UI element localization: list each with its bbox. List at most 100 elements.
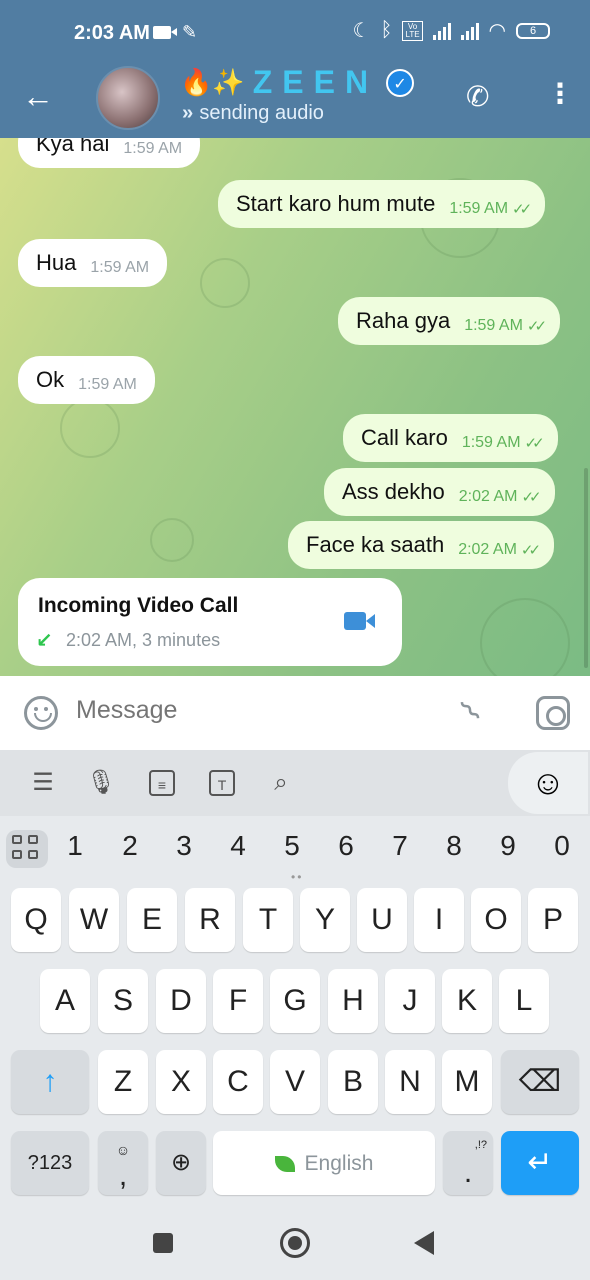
home-button[interactable] — [280, 1228, 310, 1258]
chat-title-row[interactable]: 🔥✨ ZEEN ✓ — [180, 64, 415, 101]
key-4[interactable]: 4 — [211, 824, 265, 868]
globe-icon[interactable]: ⊕ — [156, 1131, 206, 1195]
message-bubble[interactable]: Kya hai 1:59 AM — [18, 138, 201, 168]
message-text: Hua — [36, 250, 77, 275]
key-5[interactable]: 5 — [265, 824, 319, 868]
shift-key[interactable]: ↑ — [11, 1050, 89, 1114]
key-e[interactable]: E — [127, 888, 177, 952]
key-7[interactable]: 7 — [373, 824, 427, 868]
symbols-key[interactable]: ?123 — [11, 1131, 89, 1195]
scrollbar[interactable] — [584, 468, 588, 668]
keyboard-toolbar: ☰ 🎙 ≡ T ⌕ — [0, 750, 590, 816]
key-0[interactable]: 0 — [535, 824, 589, 868]
menu-icon[interactable]: ☰ — [28, 768, 58, 798]
key-w[interactable]: W — [69, 888, 119, 952]
more-menu-button[interactable]: ⋮ — [546, 80, 574, 108]
message-time: 1:59 AM — [461, 434, 521, 451]
search-icon[interactable]: ⌕ — [266, 768, 296, 798]
back-button[interactable]: ← — [22, 78, 58, 114]
volte-icon: Vo LTE — [402, 20, 423, 41]
key-z[interactable]: Z — [98, 1050, 148, 1114]
incoming-arrow-icon: ↙ — [36, 630, 53, 652]
message-bubble[interactable]: Ass dekho 2:02 AM ✓✓ — [324, 468, 555, 516]
incoming-video-call-card[interactable]: Incoming Video Call ↙ 2:02 AM, 3 minutes — [18, 578, 402, 666]
read-ticks-icon: ✓✓ — [526, 318, 547, 335]
message-bubble[interactable]: Call karo 1:59 AM ✓✓ — [343, 414, 558, 462]
message-input[interactable] — [76, 696, 436, 725]
wifi-icon: ◠ — [488, 20, 506, 42]
key-f[interactable]: F — [213, 969, 263, 1033]
key-3[interactable]: 3 — [157, 824, 211, 868]
key-6[interactable]: 6 — [319, 824, 373, 868]
text-edit-icon[interactable]: T — [209, 770, 235, 796]
key-l[interactable]: L — [499, 969, 549, 1033]
attach-button[interactable]: ⌇ — [454, 694, 489, 729]
key-c[interactable]: C — [213, 1050, 263, 1114]
key-1[interactable]: 1 — [48, 824, 102, 868]
key-2[interactable]: 2 — [103, 824, 157, 868]
camera-button[interactable] — [536, 696, 570, 730]
enter-key[interactable]: ↵ — [501, 1131, 579, 1195]
message-text: Kya hai — [36, 138, 110, 156]
key-x[interactable]: X — [156, 1050, 206, 1114]
leaf-icon — [274, 1156, 295, 1173]
emoji-comma-key[interactable]: ☺ , — [98, 1131, 148, 1195]
key-u[interactable]: U — [357, 888, 407, 952]
key-v[interactable]: V — [270, 1050, 320, 1114]
key-s[interactable]: S — [98, 969, 148, 1033]
message-bubble[interactable]: Ok 1:59 AM — [18, 356, 155, 404]
backspace-key[interactable]: ⌫ — [501, 1050, 579, 1114]
sending-chevron-icon: ›› — [182, 102, 193, 124]
key-k[interactable]: K — [442, 969, 492, 1033]
keyboard-mascot-icon[interactable]: ☺ — [508, 752, 588, 814]
message-text: Call karo — [361, 425, 448, 450]
key-h[interactable]: H — [328, 969, 378, 1033]
video-call-icon[interactable] — [344, 612, 375, 630]
key-g[interactable]: G — [270, 969, 320, 1033]
voice-input-icon[interactable]: 🎙 — [86, 768, 116, 798]
message-time: 1:59 AM — [123, 140, 183, 157]
key-m[interactable]: M — [442, 1050, 492, 1114]
status-bar: 2:03 AM ✎ ☾ ᛒ Vo LTE ◠ 6 — [0, 0, 590, 66]
chat-title: ZEEN — [252, 64, 379, 100]
key-9[interactable]: 9 — [481, 824, 535, 868]
title-emoji: 🔥✨ — [180, 67, 245, 97]
avatar[interactable] — [96, 66, 160, 130]
phone-call-button[interactable]: ✆ — [466, 80, 489, 113]
key-q[interactable]: Q — [11, 888, 61, 952]
space-key[interactable]: English — [213, 1131, 435, 1195]
punct-hint: ,!? — [474, 1139, 487, 1151]
chat-area[interactable]: Kya hai 1:59 AM Start karo hum mute 1:59… — [0, 138, 590, 676]
battery-icon: 6 — [516, 22, 550, 39]
period-key[interactable]: ,!? . — [443, 1131, 493, 1195]
key-j[interactable]: J — [385, 969, 435, 1033]
message-bubble[interactable]: Face ka saath 2:02 AM ✓✓ — [288, 521, 555, 569]
message-bubble[interactable]: Start karo hum mute 1:59 AM ✓✓ — [218, 180, 546, 228]
call-detail: 2:02 AM, 3 minutes — [66, 630, 221, 650]
key-p[interactable]: P — [528, 888, 578, 952]
key-t[interactable]: T — [243, 888, 293, 952]
key-d[interactable]: D — [156, 969, 206, 1033]
key-b[interactable]: B — [328, 1050, 378, 1114]
key-8[interactable]: 8 — [427, 824, 481, 868]
key-i[interactable]: I — [414, 888, 464, 952]
recents-button[interactable] — [153, 1233, 173, 1253]
key-o[interactable]: O — [471, 888, 521, 952]
message-input-bar: ⌇ — [0, 676, 590, 750]
apps-grid-button[interactable] — [6, 830, 48, 868]
message-bubble[interactable]: Raha gya 1:59 AM ✓✓ — [338, 297, 561, 345]
key-r[interactable]: R — [185, 888, 235, 952]
key-y[interactable]: Y — [300, 888, 350, 952]
message-text: Start karo hum mute — [236, 191, 436, 216]
clipboard-icon[interactable]: ≡ — [149, 770, 175, 796]
message-bubble[interactable]: Hua 1:59 AM — [18, 239, 168, 287]
message-text: Ass dekho — [342, 479, 445, 504]
nav-back-button[interactable] — [414, 1231, 434, 1255]
mic-muted-icon: ✎ — [182, 22, 198, 42]
key-n[interactable]: N — [385, 1050, 435, 1114]
signal-icon-2 — [460, 22, 479, 40]
keyboard: 1 2 3 4 5 6 7 8 9 0 •• Q W E R T Y U I O… — [0, 816, 590, 1206]
key-a[interactable]: A — [40, 969, 90, 1033]
emoji-button[interactable] — [24, 696, 58, 730]
call-title: Incoming Video Call — [38, 594, 239, 617]
